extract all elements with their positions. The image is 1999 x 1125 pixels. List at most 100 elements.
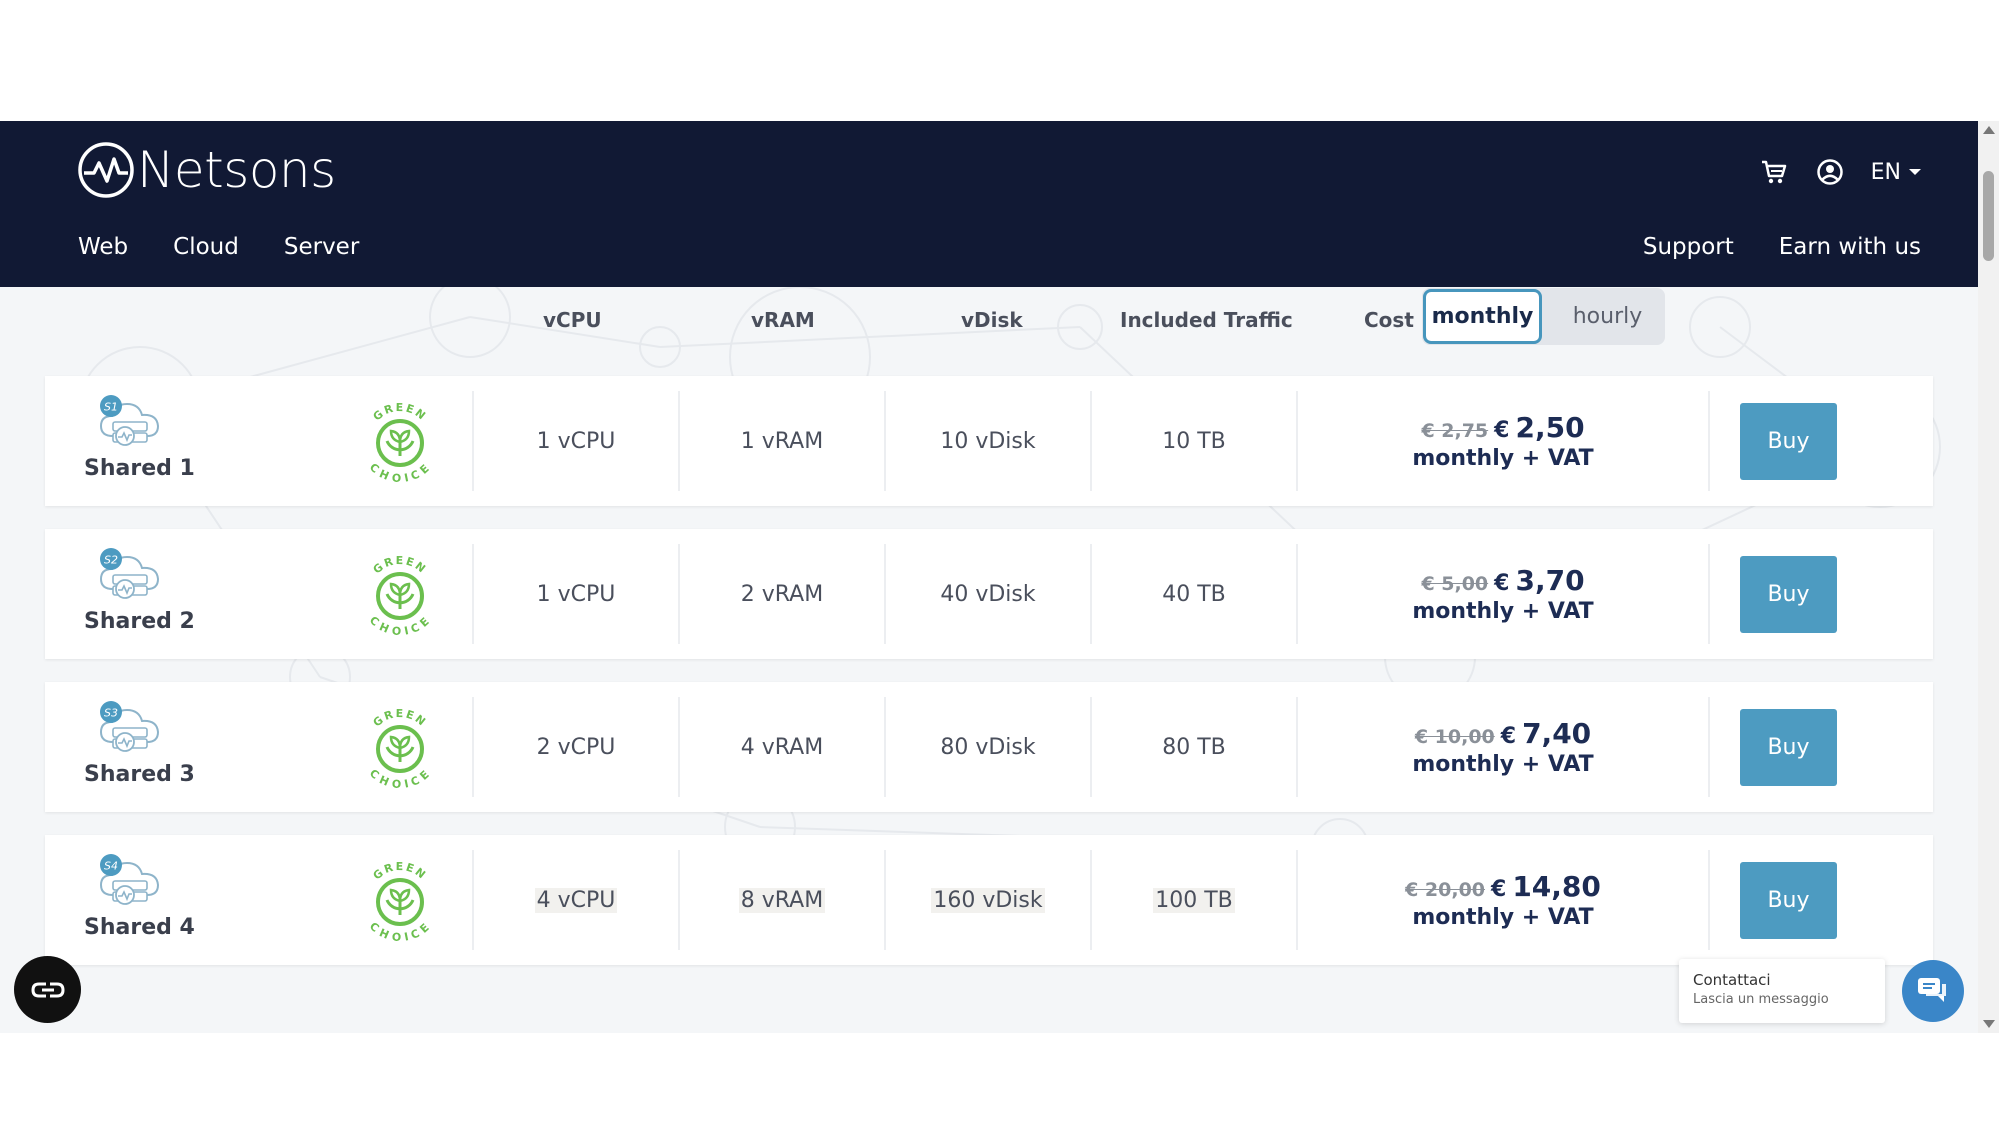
plan-name: Shared 1 [84,456,195,481]
currency-symbol: € [1500,724,1517,749]
buy-button[interactable]: Buy [1740,555,1837,633]
language-label: EN [1870,159,1901,185]
header-vram: vRAM [751,308,815,332]
scroll-thumb[interactable] [1983,171,1994,261]
vdisk-cell: 160 vDisk [884,850,1090,950]
header-cost: Cost [1364,308,1414,332]
chat-prompt[interactable]: Contattaci Lascia un messaggio [1679,959,1885,1023]
vcpu-cell: 1 vCPU [472,391,678,491]
vdisk-value: 80 vDisk [940,734,1036,760]
buy-button[interactable]: Buy [1740,708,1837,786]
vram-cell: 1 vRAM [678,391,884,491]
vdisk-cell: 10 vDisk [884,391,1090,491]
chevron-down-icon [1909,169,1921,175]
vram-cell: 8 vRAM [678,850,884,950]
vram-value: 4 vRAM [740,734,824,760]
traffic-value: 10 TB [1162,428,1226,454]
current-price: 14,80 [1512,870,1601,903]
accessibility-widget-button[interactable] [14,956,81,1023]
price-line: € 10,00 € 7,40 [1415,717,1591,750]
plan-cell: S3 Shared 3 [45,682,225,812]
header-vdisk: vDisk [961,308,1023,332]
vcpu-value: 4 vCPU [534,887,618,913]
scroll-down-arrow[interactable] [1983,1020,1995,1028]
nav-server[interactable]: Server [284,234,359,260]
plan-cell: S1 Shared 1 [45,376,225,506]
plan-badge: S2 [104,554,118,567]
buy-button[interactable]: Buy [1740,861,1837,939]
currency-symbol: € [1494,418,1510,443]
plan-cell: S2 Shared 2 [45,529,225,659]
cloud-server-icon: S3 [99,701,160,752]
netsons-logo[interactable]: Netsons [77,141,336,199]
user-account-icon[interactable] [1815,157,1845,187]
plan-cell: S4 Shared 4 [45,835,225,965]
cloud-server-icon: S2 [99,548,160,599]
plan-name: Shared 3 [84,762,195,787]
netsons-logo-icon [78,142,134,198]
vdisk-value: 10 vDisk [940,428,1036,454]
plan-name: Shared 4 [84,915,195,940]
old-price: € 2,75 [1421,420,1489,442]
plan-badge: S4 [104,860,118,873]
cart-icon[interactable] [1759,157,1789,187]
buy-cell: Buy [1708,544,1933,644]
nav-web[interactable]: Web [78,234,128,260]
table-header: vCPU vRAM vDisk Included Traffic Cost [0,302,1978,342]
price-period: monthly + VAT [1412,905,1594,930]
nav-support[interactable]: Support [1643,234,1734,260]
chat-subtitle: Lascia un messaggio [1693,992,1829,1007]
vdisk-cell: 40 vDisk [884,544,1090,644]
nav-earn-with-us[interactable]: Earn with us [1779,234,1921,260]
main-nav: Web Cloud Server [78,234,359,260]
vram-cell: 2 vRAM [678,544,884,644]
price-line: € 5,00 € 3,70 [1421,564,1584,597]
vcpu-value: 1 vCPU [536,428,616,454]
traffic-cell: 100 TB [1090,850,1296,950]
old-price: € 20,00 [1405,879,1486,901]
logo-text: Netsons [137,141,336,199]
buy-button[interactable]: Buy [1740,402,1837,480]
secondary-nav: Support Earn with us [1643,234,1921,260]
header-traffic: Included Traffic [1120,308,1293,332]
traffic-cell: 40 TB [1090,544,1296,644]
language-selector[interactable]: EN [1871,160,1921,185]
vdisk-value: 40 vDisk [940,581,1036,607]
chat-title: Contattaci [1693,971,1771,989]
vram-value: 8 vRAM [738,887,826,913]
traffic-value: 80 TB [1162,734,1226,760]
scrollbar[interactable] [1978,121,1999,1033]
old-price: € 10,00 [1414,726,1495,748]
vram-value: 1 vRAM [740,428,824,454]
buy-cell: Buy [1708,850,1933,950]
nav-cloud[interactable]: Cloud [173,234,239,260]
price-period: monthly + VAT [1412,599,1594,624]
green-choice-badge: GREEN CHOICE [367,401,431,485]
plan-row: S3 Shared 3 GREEN CHOICE 2 vCPU 4 vRAM 8… [45,682,1933,812]
vcpu-value: 2 vCPU [536,734,616,760]
traffic-cell: 80 TB [1090,697,1296,797]
chat-icon [1918,978,1946,1002]
plan-row: S4 Shared 4 GREEN CHOICE 4 vCPU 8 vRAM 1… [45,835,1933,965]
chat-open-button[interactable] [1902,960,1964,1022]
scroll-up-arrow[interactable] [1983,126,1995,134]
cc-icon [30,982,65,997]
toggle-monthly[interactable]: monthly [1423,289,1542,344]
plan-badge: S3 [104,707,118,720]
price-period: monthly + VAT [1412,446,1594,471]
browser-viewport: Netsons EN Web Cloud Server Support Earn… [0,121,1999,1033]
buy-cell: Buy [1708,697,1933,797]
traffic-value: 100 TB [1153,887,1235,913]
old-price: € 5,00 [1421,573,1489,595]
currency-symbol: € [1494,571,1510,596]
buy-cell: Buy [1708,391,1933,491]
vcpu-cell: 2 vCPU [472,697,678,797]
current-price: 2,50 [1515,411,1585,444]
vdisk-value: 160 vDisk [931,887,1045,913]
plan-badge: S1 [104,401,118,414]
toggle-hourly[interactable]: hourly [1550,288,1665,345]
price-cell: € 2,75 € 2,50 monthly + VAT [1296,391,1708,491]
billing-toggle: monthly hourly [1422,288,1665,345]
vram-value: 2 vRAM [740,581,824,607]
plan-name: Shared 2 [84,609,195,634]
